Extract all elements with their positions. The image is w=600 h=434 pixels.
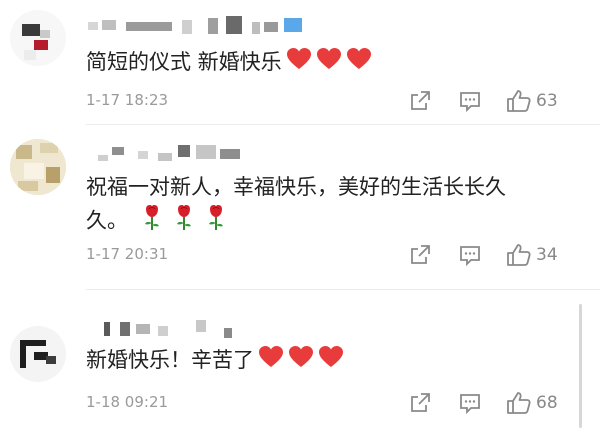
thumbs-up-icon — [507, 244, 531, 266]
comment-item: 祝福一对新人，幸福快乐，美好的生活长长久 久。 1-17 20:31 34 — [0, 125, 600, 285]
avatar[interactable] — [10, 139, 66, 195]
comment-meta: 1-18 09:21 68 — [86, 390, 600, 416]
like-count: 34 — [536, 245, 558, 265]
rose-emoji-icon — [204, 203, 228, 240]
reply-button[interactable] — [458, 88, 482, 114]
comment-item: 新婚快乐！辛苦了 1-18 09:21 68 — [0, 290, 600, 434]
rose-emoji-icon — [140, 203, 164, 240]
heart-emoji-icon — [346, 47, 372, 80]
avatar-image — [22, 24, 50, 60]
comment-meta: 1-17 20:31 34 — [86, 242, 600, 268]
share-button[interactable] — [408, 88, 432, 114]
comment-item: 简短的仪式 新婚快乐 1-17 18:23 63 — [0, 0, 600, 124]
comment-body-line1: 祝福一对新人，幸福快乐，美好的生活长长久 — [86, 175, 506, 199]
like-button[interactable]: 68 — [506, 390, 558, 416]
like-count: 63 — [536, 91, 558, 111]
like-count: 68 — [536, 393, 558, 413]
reply-button[interactable] — [458, 390, 482, 416]
thumbs-up-icon — [507, 90, 531, 112]
thumbs-up-icon — [507, 392, 531, 414]
heart-emoji-icon — [286, 47, 312, 80]
comment-time: 1-17 18:23 — [86, 91, 169, 109]
scrollbar[interactable] — [579, 304, 582, 428]
comment-text: 祝福一对新人，幸福快乐，美好的生活长长久 久。 — [86, 171, 556, 240]
comment-time: 1-18 09:21 — [86, 393, 169, 411]
comment-icon — [460, 92, 480, 113]
like-button[interactable]: 34 — [506, 242, 558, 268]
comment-body-line2: 久。 — [86, 203, 556, 240]
avatar-image — [10, 139, 66, 195]
heart-emoji-icon — [316, 47, 342, 80]
comment-text: 简短的仪式 新婚快乐 — [86, 46, 556, 80]
share-button[interactable] — [408, 390, 432, 416]
reply-button[interactable] — [458, 242, 482, 268]
like-button[interactable]: 63 — [506, 88, 558, 114]
avatar-image — [20, 340, 56, 368]
share-icon — [411, 91, 430, 110]
heart-emoji-icon — [258, 345, 284, 378]
comment-body: 新婚快乐！辛苦了 — [86, 348, 254, 372]
share-button[interactable] — [408, 242, 432, 268]
comment-text: 新婚快乐！辛苦了 — [86, 344, 556, 378]
comment-body: 简短的仪式 新婚快乐 — [86, 50, 282, 74]
heart-emoji-icon — [318, 345, 344, 378]
rose-emoji-icon — [172, 203, 196, 240]
share-icon — [411, 245, 430, 264]
comment-icon — [460, 394, 480, 415]
comment-meta: 1-17 18:23 63 — [86, 88, 600, 114]
share-icon — [411, 393, 430, 412]
heart-emoji-icon — [288, 345, 314, 378]
comment-icon — [460, 246, 480, 267]
avatar[interactable] — [10, 326, 66, 382]
comment-time: 1-17 20:31 — [86, 245, 169, 263]
avatar[interactable] — [10, 10, 66, 66]
